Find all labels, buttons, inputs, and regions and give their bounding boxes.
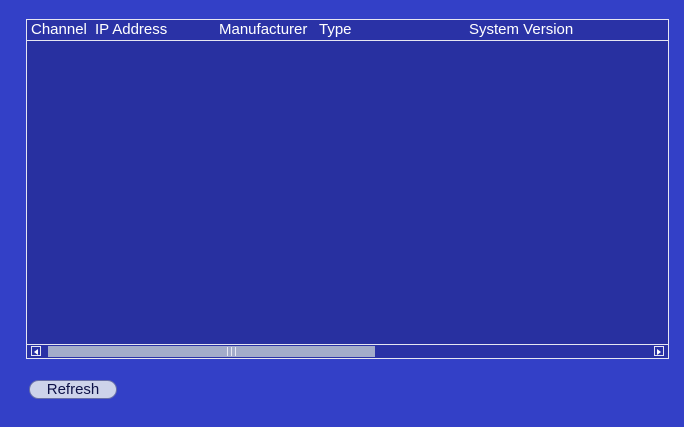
column-header-channel[interactable]: Channel: [31, 21, 87, 39]
table-body[interactable]: [27, 41, 668, 345]
column-header-ip-address[interactable]: IP Address: [95, 21, 167, 39]
scroll-left-arrow-icon[interactable]: [31, 346, 41, 356]
column-header-manufacturer[interactable]: Manufacturer: [219, 21, 307, 39]
scroll-right-arrow-icon[interactable]: [654, 346, 664, 356]
horizontal-scrollbar[interactable]: [27, 344, 668, 358]
device-table-panel: Channel IP Address Manufacturer Type Sys…: [26, 19, 669, 359]
scrollbar-grip-icon: [227, 347, 238, 356]
column-header-type[interactable]: Type: [319, 21, 352, 39]
column-header-system-version[interactable]: System Version: [469, 21, 573, 39]
refresh-button[interactable]: Refresh: [29, 380, 117, 399]
table-header: Channel IP Address Manufacturer Type Sys…: [27, 20, 668, 41]
scrollbar-thumb[interactable]: [48, 346, 375, 357]
